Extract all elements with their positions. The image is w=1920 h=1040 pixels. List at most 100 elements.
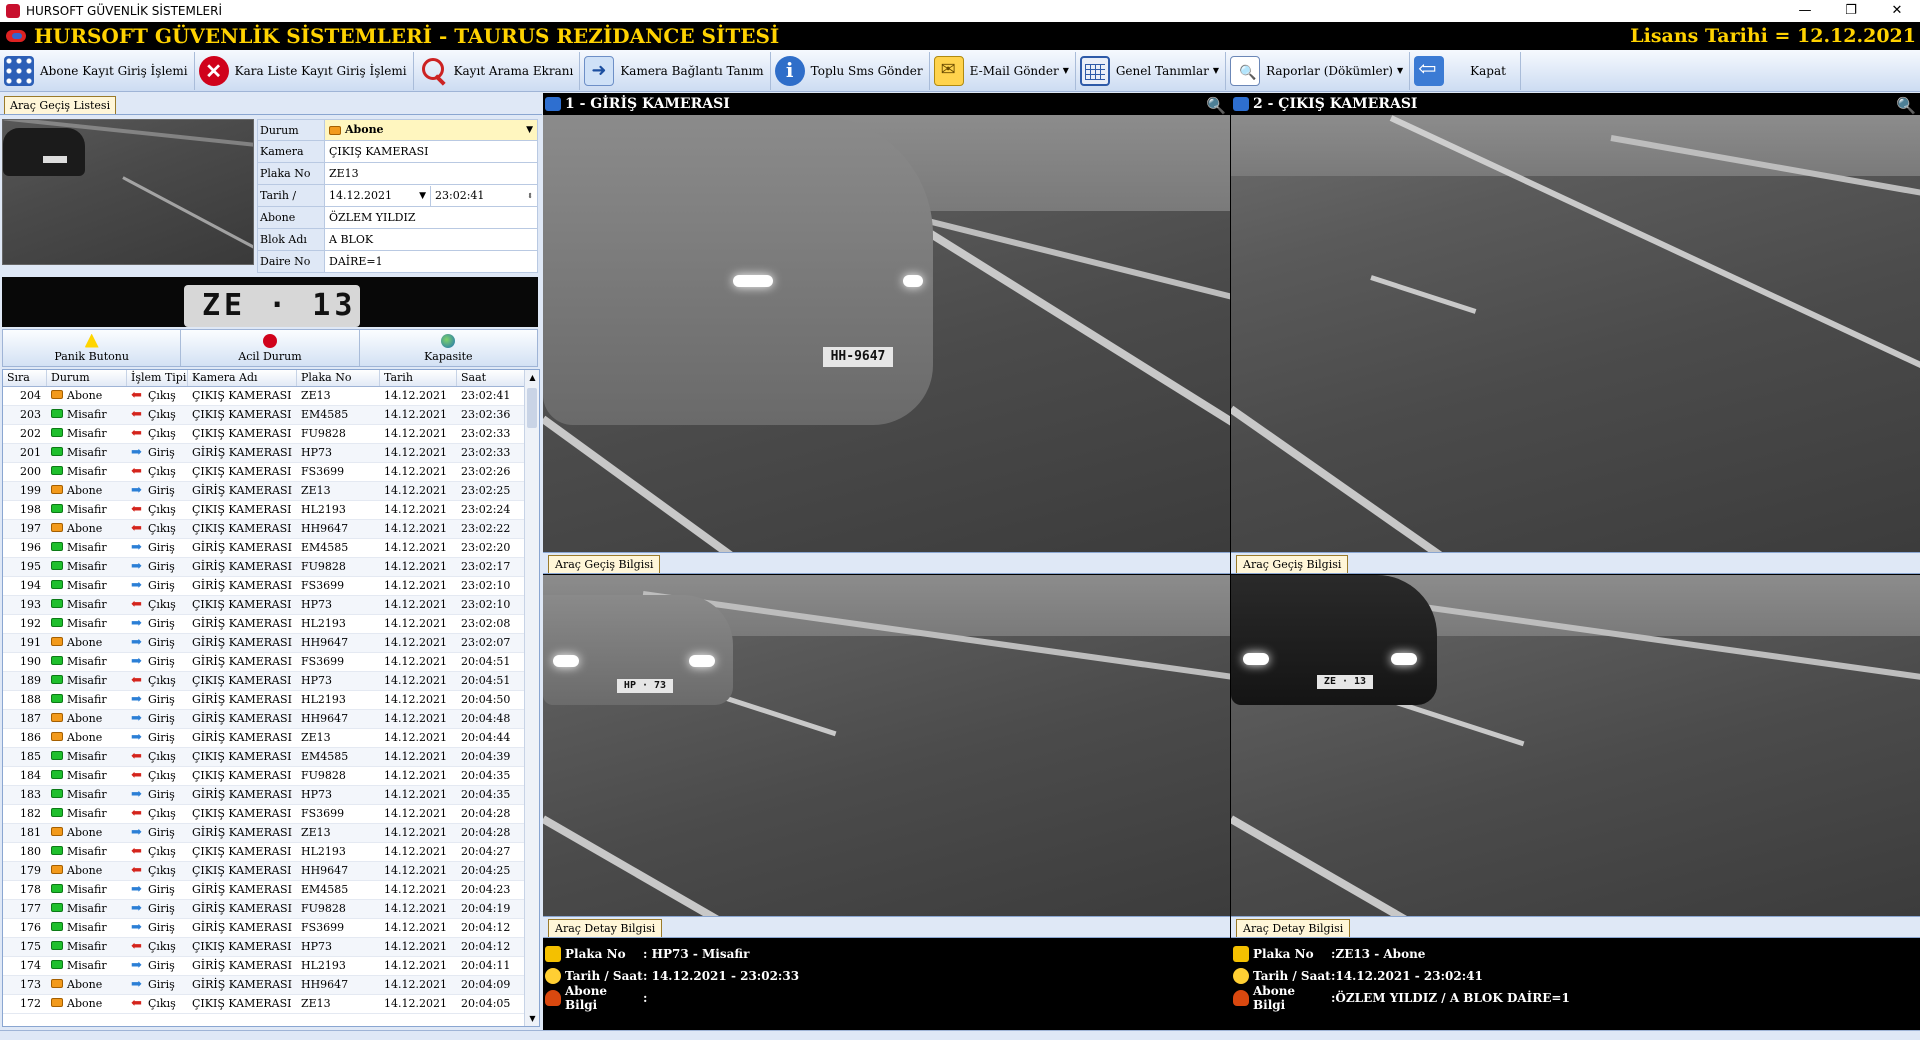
scroll-up-icon[interactable]: ▲ bbox=[525, 370, 539, 385]
table-row[interactable]: 199 Abone ➡ Giriş GİRİŞ KAMERASI ZE13 14.12.20… bbox=[3, 482, 539, 501]
genel-tanimlar-button[interactable]: Genel Tanımlar ▼ bbox=[1076, 51, 1227, 90]
table-row[interactable]: 173 Abone ➡ Giriş GİRİŞ KAMERASI HH9647 14.12.… bbox=[3, 976, 539, 995]
panik-button[interactable]: Panik Butonu bbox=[3, 330, 182, 366]
table-cell: 20:04:48 bbox=[457, 710, 525, 728]
exit-arrow-icon: ⬅ bbox=[131, 407, 142, 422]
table-row[interactable]: 204 Abone ⬅ Çıkış ÇIKIŞ KAMERASI ZE13 14.12.20… bbox=[3, 387, 539, 406]
kara-liste-button[interactable]: Kara Liste Kayıt Giriş İşlemi bbox=[195, 51, 414, 90]
column-header[interactable]: Tarih bbox=[380, 370, 457, 386]
spinner-icon[interactable]: ⇕ bbox=[527, 186, 533, 206]
table-row[interactable]: 189 Misafir ⬅ Çıkış ÇIKIŞ KAMERASI HP73 14.12.… bbox=[3, 672, 539, 691]
table-row[interactable]: 172 Abone ⬅ Çıkış ÇIKIŞ KAMERASI ZE13 14.12.20… bbox=[3, 995, 539, 1014]
cam1-live-view[interactable]: HH-9647 bbox=[543, 115, 1230, 552]
email-gonder-button[interactable]: E-Mail Gönder ▼ bbox=[930, 51, 1076, 90]
table-row[interactable]: 177 Misafir ➡ Giriş GİRİŞ KAMERASI FU9828 14.1… bbox=[3, 900, 539, 919]
table-row[interactable]: 187 Abone ➡ Giriş GİRİŞ KAMERASI HH9647 14.12.… bbox=[3, 710, 539, 729]
maximize-button[interactable]: ❐ bbox=[1828, 0, 1874, 22]
cell-text: Abone bbox=[67, 731, 103, 744]
daire-field[interactable]: DAİRE=1 bbox=[324, 251, 537, 272]
column-header[interactable]: Saat bbox=[457, 370, 525, 386]
tab-arac-gecis-bilgisi[interactable]: Araç Geçiş Bilgisi bbox=[548, 555, 661, 573]
table-row[interactable]: 195 Misafir ➡ Giriş GİRİŞ KAMERASI FU9828 14.1… bbox=[3, 558, 539, 577]
time-spinner[interactable]: 23:02:41 ⇕ bbox=[431, 186, 537, 206]
table-cell: 14.12.2021 bbox=[380, 843, 457, 861]
tab-arac-detay-bilgisi[interactable]: Araç Detay Bilgisi bbox=[1236, 919, 1351, 937]
chevron-down-icon[interactable]: ▼ bbox=[1213, 66, 1219, 75]
table-row[interactable]: 184 Misafir ⬅ Çıkış ÇIKIŞ KAMERASI FU9828 14.1… bbox=[3, 767, 539, 786]
zoom-icon[interactable]: 🔍 bbox=[1896, 95, 1916, 117]
tab-arac-detay-bilgisi[interactable]: Araç Detay Bilgisi bbox=[548, 919, 663, 937]
table-cell: 14.12.2021 bbox=[380, 672, 457, 690]
chevron-down-icon[interactable]: ▼ bbox=[1063, 66, 1069, 75]
column-header[interactable]: Kamera Adı bbox=[188, 370, 297, 386]
table-cell: ➡ Giriş bbox=[127, 444, 188, 462]
tab-arac-gecis-bilgisi[interactable]: Araç Geçiş Bilgisi bbox=[1236, 555, 1349, 573]
table-row[interactable]: 200 Misafir ⬅ Çıkış ÇIKIŞ KAMERASI FS3699 14.1… bbox=[3, 463, 539, 482]
scroll-thumb[interactable] bbox=[527, 388, 537, 428]
tab-arac-gecis-listesi[interactable]: Araç Geçiş Listesi bbox=[4, 96, 117, 114]
table-row[interactable]: 176 Misafir ➡ Giriş GİRİŞ KAMERASI FS3699 14.1… bbox=[3, 919, 539, 938]
cam2-live-view[interactable] bbox=[1231, 115, 1920, 552]
kapasite-button[interactable]: Kapasite bbox=[360, 330, 537, 366]
grid-scrollbar[interactable]: ▲ ▼ bbox=[524, 370, 539, 1026]
kapat-button[interactable]: Kapat bbox=[1410, 51, 1521, 90]
abone-kayit-button[interactable]: Abone Kayıt Giriş İşlemi bbox=[0, 51, 195, 90]
table-row[interactable]: 197 Abone ⬅ Çıkış ÇIKIŞ KAMERASI HH9647 14.12.… bbox=[3, 520, 539, 539]
column-header[interactable]: İşlem Tipi bbox=[127, 370, 188, 386]
table-row[interactable]: 183 Misafir ➡ Giriş GİRİŞ KAMERASI HP73 14.12.… bbox=[3, 786, 539, 805]
table-cell: ➡ Giriş bbox=[127, 482, 188, 500]
table-row[interactable]: 193 Misafir ⬅ Çıkış ÇIKIŞ KAMERASI HP73 14.12.… bbox=[3, 596, 539, 615]
cell-text: Giriş bbox=[148, 902, 175, 915]
table-row[interactable]: 198 Misafir ⬅ Çıkış ÇIKIŞ KAMERASI HL2193 14.1… bbox=[3, 501, 539, 520]
column-header[interactable]: Sıra bbox=[3, 370, 47, 386]
table-row[interactable]: 188 Misafir ➡ Giriş GİRİŞ KAMERASI HL2193 14.1… bbox=[3, 691, 539, 710]
table-row[interactable]: 196 Misafir ➡ Giriş GİRİŞ KAMERASI EM4585 14.1… bbox=[3, 539, 539, 558]
detail-tarih-label: Tarih / Saat bbox=[565, 969, 643, 983]
abone-field[interactable]: ÖZLEM YILDIZ bbox=[324, 207, 537, 228]
cam2-capture-view[interactable]: ZE · 13 bbox=[1231, 575, 1920, 916]
table-cell: Misafir bbox=[47, 444, 127, 462]
date-picker[interactable]: 14.12.2021 ▼ bbox=[325, 185, 431, 206]
column-header[interactable]: Durum bbox=[47, 370, 127, 386]
table-row[interactable]: 181 Abone ➡ Giriş GİRİŞ KAMERASI ZE13 14.12.20… bbox=[3, 824, 539, 843]
acil-durum-button[interactable]: Acil Durum bbox=[181, 330, 360, 366]
chevron-down-icon[interactable]: ▼ bbox=[526, 120, 533, 140]
chevron-down-icon[interactable]: ▼ bbox=[419, 186, 426, 206]
table-row[interactable]: 180 Misafir ⬅ Çıkış ÇIKIŞ KAMERASI HL2193 14.1… bbox=[3, 843, 539, 862]
zoom-icon[interactable]: 🔍 bbox=[1206, 95, 1226, 117]
clock-icon bbox=[1233, 968, 1249, 984]
scroll-down-icon[interactable]: ▼ bbox=[525, 1011, 539, 1026]
table-row[interactable]: 194 Misafir ➡ Giriş GİRİŞ KAMERASI FS3699 14.1… bbox=[3, 577, 539, 596]
table-row[interactable]: 175 Misafir ⬅ Çıkış ÇIKIŞ KAMERASI HP73 14.12.… bbox=[3, 938, 539, 957]
table-row[interactable]: 178 Misafir ➡ Giriş GİRİŞ KAMERASI EM4585 14.1… bbox=[3, 881, 539, 900]
table-row[interactable]: 203 Misafir ⬅ Çıkış ÇIKIŞ KAMERASI EM4585 14.1… bbox=[3, 406, 539, 425]
table-cell: Misafir bbox=[47, 539, 127, 557]
minimize-button[interactable]: — bbox=[1782, 0, 1828, 22]
cam1-capture-view[interactable]: HP · 73 bbox=[543, 575, 1230, 916]
raporlar-button[interactable]: Raporlar (Dökümler) ▼ bbox=[1226, 51, 1411, 90]
close-button[interactable]: ✕ bbox=[1874, 0, 1920, 22]
blok-field[interactable]: A BLOK bbox=[324, 229, 537, 250]
chevron-down-icon[interactable]: ▼ bbox=[1397, 66, 1403, 75]
table-row[interactable]: 192 Misafir ➡ Giriş GİRİŞ KAMERASI HL2193 14.1… bbox=[3, 615, 539, 634]
kamera-field[interactable]: ÇIKIŞ KAMERASI bbox=[324, 141, 537, 162]
durum-select[interactable]: Abone ▼ bbox=[324, 120, 537, 140]
table-row[interactable]: 186 Abone ➡ Giriş GİRİŞ KAMERASI ZE13 14.12.20… bbox=[3, 729, 539, 748]
table-row[interactable]: 185 Misafir ⬅ Çıkış ÇIKIŞ KAMERASI EM4585 14.1… bbox=[3, 748, 539, 767]
table-row[interactable]: 190 Misafir ➡ Giriş GİRİŞ KAMERASI FS3699 14.1… bbox=[3, 653, 539, 672]
kayit-arama-button[interactable]: Kayıt Arama Ekranı bbox=[414, 51, 581, 90]
table-row[interactable]: 202 Misafir ⬅ Çıkış ÇIKIŞ KAMERASI FU9828 14.1… bbox=[3, 425, 539, 444]
table-row[interactable]: 191 Abone ➡ Giriş GİRİŞ KAMERASI HH9647 14.12.… bbox=[3, 634, 539, 653]
kamera-baglanti-button[interactable]: Kamera Bağlantı Tanım bbox=[580, 51, 771, 90]
table-row[interactable]: 174 Misafir ➡ Giriş GİRİŞ KAMERASI HL2193 14.1… bbox=[3, 957, 539, 976]
table-cell: Misafir bbox=[47, 938, 127, 956]
table-row[interactable]: 201 Misafir ➡ Giriş GİRİŞ KAMERASI HP73 14.12.… bbox=[3, 444, 539, 463]
table-row[interactable]: 182 Misafir ⬅ Çıkış ÇIKIŞ KAMERASI FS3699 14.1… bbox=[3, 805, 539, 824]
table-cell: 14.12.2021 bbox=[380, 900, 457, 918]
table-row[interactable]: 179 Abone ⬅ Çıkış ÇIKIŞ KAMERASI HH9647 14.12.… bbox=[3, 862, 539, 881]
toplu-sms-button[interactable]: Toplu Sms Gönder bbox=[771, 51, 930, 90]
misafir-status-icon bbox=[51, 656, 63, 665]
column-header[interactable]: Plaka No bbox=[297, 370, 380, 386]
plaka-field[interactable]: ZE13 bbox=[324, 163, 537, 184]
durum-label: Durum bbox=[258, 120, 324, 140]
